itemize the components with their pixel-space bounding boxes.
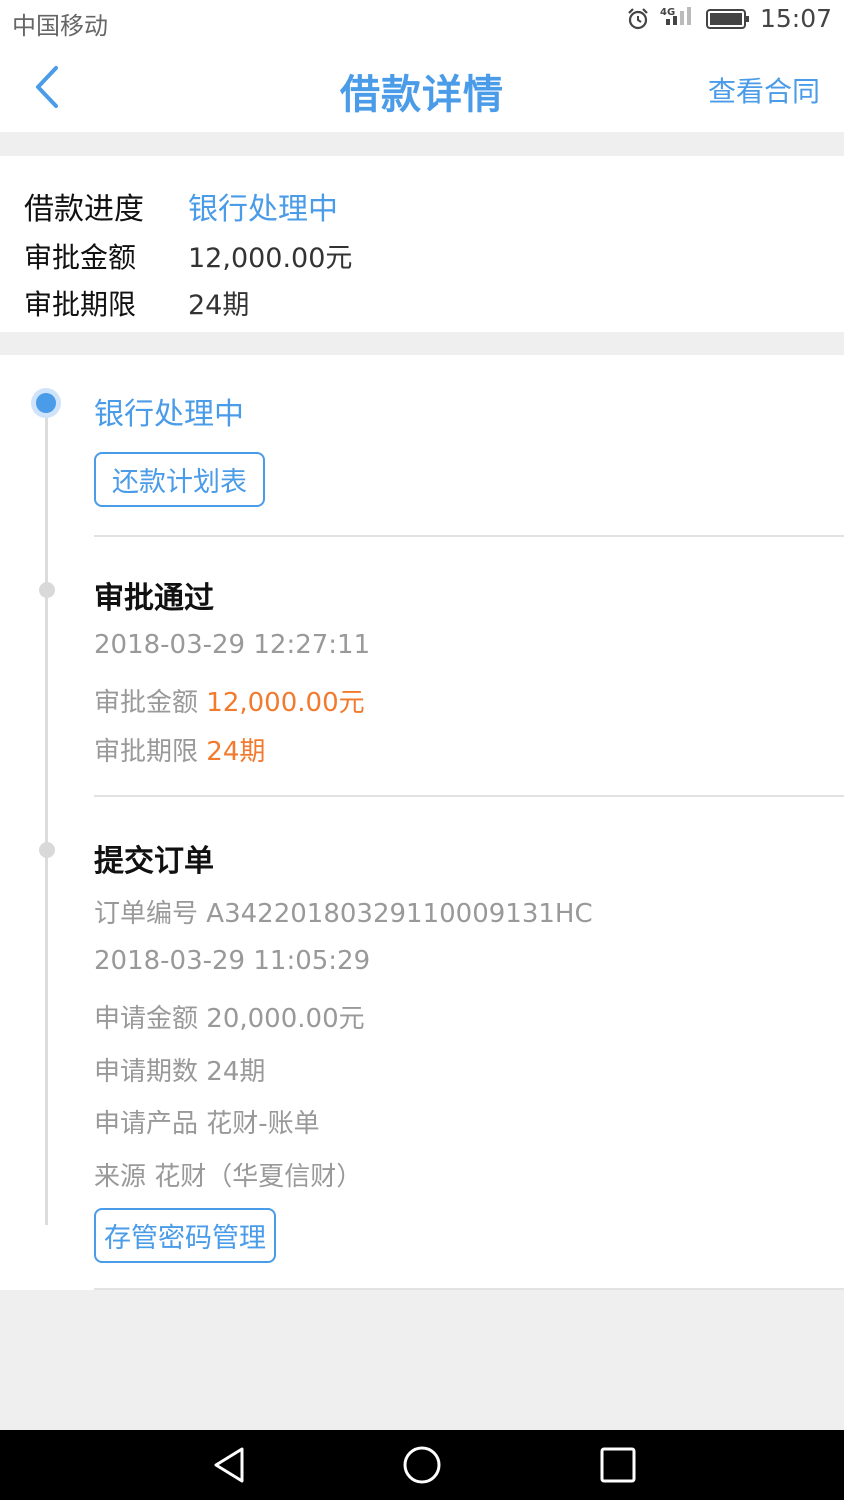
- timeline-dot: [39, 842, 55, 858]
- approved-term-label: 审批期限: [94, 737, 199, 767]
- submitted-time: 2018-03-29 11:05:29: [94, 946, 371, 976]
- approved-amount-value: 12,000.00元: [188, 243, 353, 274]
- approved-time: 2018-03-29 12:27:11: [94, 630, 371, 660]
- timeline-dot-active: [31, 388, 61, 418]
- submitted-step-title: 提交订单: [94, 844, 214, 879]
- approved-amount-line: 审批金额 12,000.00元: [94, 682, 365, 719]
- nav-home-icon[interactable]: [402, 1445, 442, 1485]
- product-value: 花财-账单: [206, 1109, 320, 1139]
- clock-time: 15:07: [759, 4, 832, 33]
- approved-amount-value: 12,000.00元: [206, 688, 365, 718]
- progress-row: 借款进度 银行处理中: [24, 184, 338, 228]
- view-contract-link[interactable]: 查看合同: [708, 70, 820, 110]
- source-label: 来源: [94, 1162, 147, 1192]
- nav-recents-icon[interactable]: [598, 1445, 638, 1485]
- nav-back-icon[interactable]: [210, 1445, 250, 1485]
- approved-amount-label: 审批金额: [94, 688, 199, 718]
- nav-bar: 借款详情 查看合同: [0, 42, 844, 132]
- divider: [94, 795, 844, 797]
- apply-amount-line: 申请金额 20,000.00元: [94, 998, 365, 1035]
- network-type-label: 4G: [660, 7, 675, 18]
- timeline-line: [45, 405, 48, 1225]
- approved-step-title: 审批通过: [94, 581, 214, 616]
- approved-term-value: 24期: [188, 290, 250, 321]
- source-line: 来源 花财（华夏信财）: [94, 1156, 362, 1193]
- approved-amount-label: 审批金额: [24, 241, 137, 274]
- apply-amount-label: 申请金额: [94, 1004, 199, 1034]
- apply-term-label: 申请期数: [94, 1057, 199, 1087]
- system-nav-bar: [0, 1430, 844, 1500]
- progress-value: 银行处理中: [188, 192, 338, 227]
- approved-term-row: 审批期限 24期: [24, 283, 249, 323]
- signal-icon: 4G: [660, 6, 691, 25]
- alarm-clock-icon: [628, 7, 648, 29]
- status-bar: 中国移动 4G 15:07: [0, 0, 844, 42]
- custody-password-button[interactable]: 存管密码管理: [94, 1208, 276, 1263]
- divider: [94, 535, 844, 537]
- product-label: 申请产品: [94, 1109, 199, 1139]
- apply-amount-value: 20,000.00元: [206, 1004, 365, 1034]
- order-number-value: A34220180329110009131HC: [206, 899, 593, 929]
- battery-icon: [705, 8, 749, 29]
- apply-term-line: 申请期数 24期: [94, 1051, 265, 1088]
- apply-term-value: 24期: [206, 1057, 266, 1087]
- approved-term-label: 审批期限: [24, 288, 137, 321]
- repayment-schedule-button[interactable]: 还款计划表: [94, 452, 265, 507]
- approved-term-line: 审批期限 24期: [94, 731, 265, 768]
- loan-timeline: 银行处理中 还款计划表 审批通过 2018-03-29 12:27:11 审批金…: [0, 355, 844, 1290]
- loan-summary: 借款进度 银行处理中 审批金额 12,000.00元 审批期限 24期: [0, 156, 844, 332]
- carrier-name: 中国移动: [12, 12, 108, 40]
- divider: [94, 1288, 844, 1290]
- current-step-title: 银行处理中: [94, 397, 244, 432]
- approved-amount-row: 审批金额 12,000.00元: [24, 236, 352, 276]
- order-number-line: 订单编号 A34220180329110009131HC: [94, 893, 593, 930]
- status-icons: 4G 15:07: [626, 4, 832, 33]
- timeline-dot: [39, 582, 55, 598]
- progress-label: 借款进度: [24, 192, 144, 227]
- approved-term-value: 24期: [206, 737, 266, 767]
- order-number-label: 订单编号: [94, 899, 199, 929]
- source-value: 花财（华夏信财）: [154, 1162, 363, 1192]
- product-line: 申请产品 花财-账单: [94, 1103, 320, 1140]
